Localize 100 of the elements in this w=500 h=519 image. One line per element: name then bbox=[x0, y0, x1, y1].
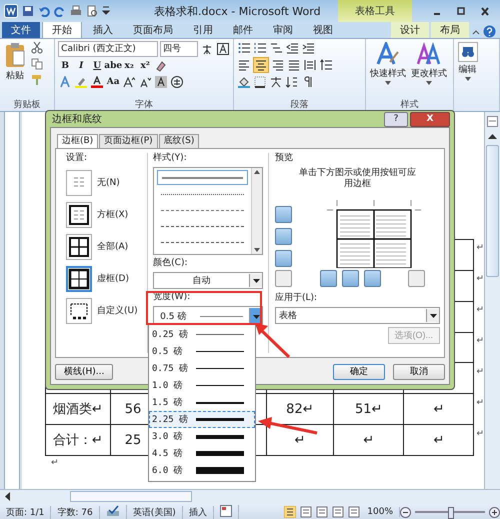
dialog-tab[interactable]: 页面边框(P) bbox=[99, 134, 158, 148]
cancel-button[interactable]: 取消 bbox=[393, 364, 445, 380]
vertical-border-button[interactable] bbox=[320, 270, 336, 287]
change-styles-button[interactable]: 更改样式 bbox=[410, 41, 448, 100]
font-color-icon[interactable] bbox=[91, 76, 104, 88]
full-screen-reading-icon[interactable] bbox=[300, 506, 312, 518]
zoom-out-icon[interactable] bbox=[400, 506, 411, 518]
proofing-check-icon[interactable] bbox=[106, 504, 120, 516]
ok-button[interactable]: 确定 bbox=[333, 364, 385, 380]
character-shading-icon[interactable] bbox=[155, 76, 168, 88]
border-setting-button[interactable] bbox=[66, 266, 92, 292]
horizontal-line-button[interactable]: 横线(H)... bbox=[55, 364, 114, 380]
format-button[interactable]: abe bbox=[106, 59, 120, 73]
scroll-up-icon[interactable] bbox=[488, 133, 497, 139]
line-style-list[interactable] bbox=[153, 167, 263, 255]
font-size-field[interactable]: 四号 bbox=[160, 41, 198, 57]
ribbon-tab[interactable]: 页面布局 bbox=[124, 22, 182, 38]
border-setting-button[interactable] bbox=[66, 298, 92, 324]
apply-to-dropdown[interactable]: 表格 bbox=[275, 307, 440, 324]
format-button[interactable]: x² bbox=[138, 59, 152, 73]
ribbon-tab[interactable]: 视图 bbox=[304, 22, 342, 38]
help-icon[interactable] bbox=[483, 25, 496, 38]
clear-formatting-icon[interactable] bbox=[155, 60, 168, 72]
format-button[interactable]: B bbox=[58, 59, 72, 73]
chinese-layout-icon[interactable] bbox=[270, 76, 282, 88]
vertical-border-button[interactable] bbox=[364, 270, 380, 287]
ribbon-tab[interactable]: 布局 bbox=[431, 22, 469, 38]
decrease-indent-icon[interactable] bbox=[286, 42, 298, 54]
distributed-icon[interactable] bbox=[304, 59, 316, 71]
width-option[interactable]: 2.25 磅 bbox=[149, 411, 255, 428]
format-button[interactable]: I bbox=[74, 59, 88, 73]
outline-icon[interactable] bbox=[332, 506, 344, 518]
macro-record-icon[interactable] bbox=[220, 504, 232, 516]
language-status[interactable]: 英语(美国) bbox=[126, 506, 183, 518]
phonetic-guide-icon[interactable] bbox=[201, 43, 214, 55]
paste-button[interactable]: 粘贴 bbox=[3, 41, 27, 100]
border-setting-button[interactable] bbox=[66, 202, 92, 228]
enclosed-character-icon[interactable] bbox=[171, 76, 184, 88]
justify-icon[interactable] bbox=[288, 59, 300, 71]
align-right-icon[interactable] bbox=[272, 59, 284, 71]
width-option[interactable]: 0.25 磅 bbox=[149, 326, 255, 343]
print-layout-icon[interactable] bbox=[284, 506, 296, 518]
color-dropdown[interactable]: 自动 bbox=[153, 272, 263, 289]
shading-icon[interactable] bbox=[238, 76, 250, 88]
ribbon-tab[interactable]: 插入 bbox=[84, 22, 122, 38]
draft-icon[interactable] bbox=[348, 506, 360, 518]
change-case-button[interactable]: Aa bbox=[106, 75, 120, 89]
font-name-field[interactable]: Calibri (西文正文) bbox=[58, 41, 158, 57]
dialog-tab[interactable]: 底纹(S) bbox=[158, 134, 200, 148]
web-layout-icon[interactable] bbox=[316, 506, 328, 518]
vertical-border-button[interactable] bbox=[342, 270, 358, 287]
ribbon-tab[interactable]: 引用 bbox=[184, 22, 222, 38]
multilevel-list-icon[interactable] bbox=[270, 42, 282, 54]
printer-icon[interactable] bbox=[70, 5, 82, 17]
format-button[interactable]: U bbox=[90, 59, 104, 73]
text-effect-icon[interactable] bbox=[59, 76, 72, 88]
borders-icon[interactable] bbox=[254, 76, 266, 88]
scroll-thumb[interactable] bbox=[486, 145, 499, 277]
line-style-option[interactable] bbox=[157, 170, 248, 185]
numbering-icon[interactable] bbox=[254, 42, 266, 54]
width-option[interactable]: 0.5 磅 bbox=[149, 343, 255, 360]
character-border-icon[interactable] bbox=[217, 43, 230, 55]
close-icon[interactable] bbox=[479, 6, 491, 16]
customize-caret-icon[interactable] bbox=[102, 5, 110, 17]
close-button[interactable]: X bbox=[410, 112, 450, 126]
ribbon-tab[interactable]: 邮件 bbox=[224, 22, 262, 38]
grow-font-icon[interactable] bbox=[123, 76, 136, 88]
border-setting-button[interactable] bbox=[66, 234, 92, 260]
save-icon[interactable] bbox=[22, 5, 34, 17]
help-button[interactable]: ? bbox=[384, 112, 408, 126]
ribbon-tab[interactable]: 设计 bbox=[391, 22, 429, 38]
word-logo-icon[interactable] bbox=[4, 4, 18, 18]
maximize-icon[interactable] bbox=[455, 6, 467, 16]
ruler-toggle-icon[interactable] bbox=[487, 116, 498, 127]
ribbon-tab[interactable]: 审阅 bbox=[264, 22, 302, 38]
show-marks-icon[interactable] bbox=[302, 76, 314, 88]
dialog-tab[interactable]: 边框(B) bbox=[57, 134, 98, 148]
increase-indent-icon[interactable] bbox=[302, 42, 314, 54]
word-count[interactable]: 字数: 76 bbox=[51, 506, 100, 518]
shrink-font-icon[interactable] bbox=[139, 76, 152, 88]
line-spacing-icon[interactable] bbox=[320, 59, 332, 71]
redo-icon[interactable] bbox=[54, 5, 66, 17]
cut-icon[interactable] bbox=[31, 42, 43, 54]
width-option[interactable]: 6.0 磅 bbox=[149, 462, 255, 479]
border-toggle-button[interactable] bbox=[275, 250, 292, 267]
scroll-left-icon[interactable] bbox=[4, 492, 10, 501]
align-left-icon[interactable] bbox=[238, 59, 250, 71]
editing-button[interactable]: 编辑 bbox=[456, 41, 479, 100]
print-preview-icon[interactable] bbox=[86, 5, 98, 17]
page-count[interactable]: 页面: 1/1 bbox=[0, 506, 52, 518]
zoom-slider-thumb[interactable] bbox=[448, 507, 454, 519]
scroll-thumb[interactable] bbox=[70, 491, 192, 502]
sort-icon[interactable] bbox=[286, 76, 298, 88]
zoom-in-icon[interactable] bbox=[489, 506, 500, 518]
border-toggle-button[interactable] bbox=[275, 206, 292, 223]
copy-icon[interactable] bbox=[31, 58, 43, 70]
bullets-icon[interactable] bbox=[238, 42, 250, 54]
width-option[interactable]: 0.75 磅 bbox=[149, 360, 255, 377]
ribbon-tab[interactable]: 开始 bbox=[42, 21, 82, 38]
undo-icon[interactable] bbox=[38, 5, 50, 17]
